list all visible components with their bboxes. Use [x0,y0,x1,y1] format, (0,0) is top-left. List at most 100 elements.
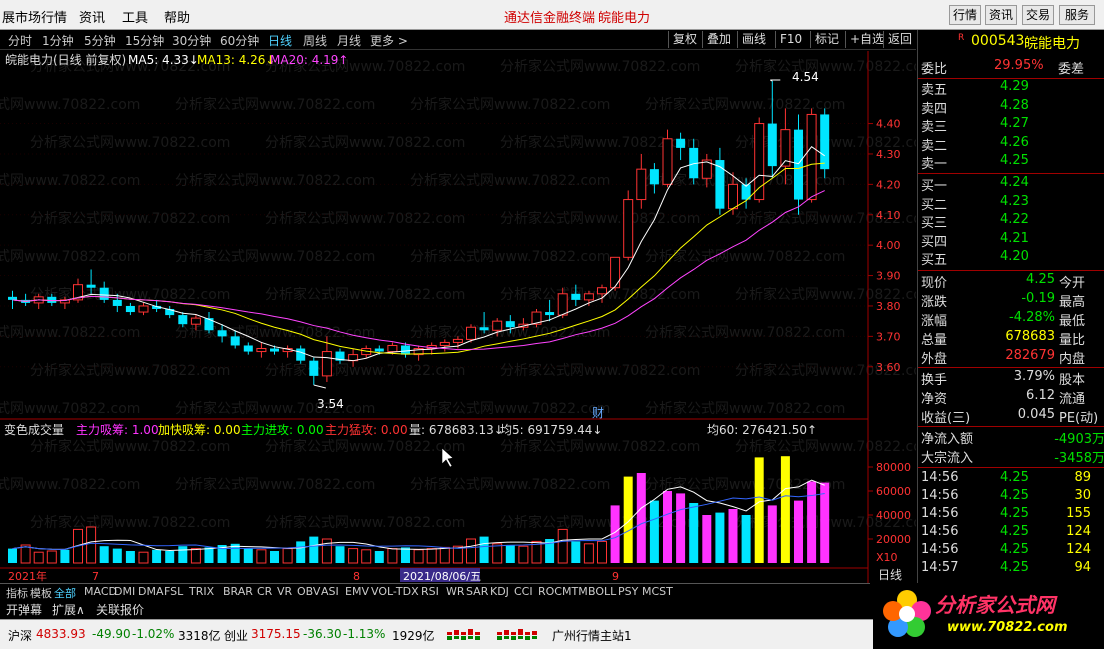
flow-row: 大宗流入 -3458万 [918,447,1104,466]
ask-price[interactable]: 4.26 [1000,135,1029,150]
mark-button[interactable]: 标记 [810,31,843,48]
indicator-tab[interactable]: MTM [562,585,588,598]
indicator-tab[interactable]: SAR [466,585,488,598]
kline-chart[interactable]: 分析家公式网www.70822.com 分析家公式网www.70822.com 分析… [0,51,916,583]
danmu-button[interactable]: 开弹幕 [6,601,42,618]
bid-price[interactable]: 4.22 [1000,212,1029,227]
indicator-tab[interactable]: MCST [642,585,673,598]
back-button[interactable]: 返回 [883,31,916,48]
indicator-tab[interactable]: FSL [164,585,183,598]
volume-bar [663,491,672,563]
watermark-text: 分析家公式网www.70822.com [645,324,845,341]
bid-label: 买一 [921,179,948,194]
volume-bar [715,512,725,563]
watermark-text: 分析家公式网www.70822.com [175,400,375,417]
ask-price[interactable]: 4.29 [1000,79,1029,94]
watermark-text: 分析家公式网www.70822.com [175,96,375,113]
flower-icon [883,590,931,637]
volume-bar [636,473,646,563]
indicator-tab[interactable]: ROC [538,585,562,598]
indicator-tab[interactable]: 指标 [6,585,28,601]
volume-bar [676,493,686,563]
tick-volume: 155 [1066,506,1091,521]
menu-tools[interactable]: 工具 [122,7,148,26]
indicator-tab[interactable]: DMI [114,585,135,598]
period-60min[interactable]: 60分钟 [220,32,259,49]
bid-row: 买三 4.22 [918,212,1104,231]
indicator-tab[interactable]: WR [446,585,465,598]
quote-panel: R 000543 皖能电力 委比 29.95% 委差 卖五 4.29 卖四 4.28 卖… [917,30,1104,583]
add-watchlist-button[interactable]: +自选 [845,31,888,48]
volume-bar [99,546,109,563]
volume-bar [165,551,175,563]
ask-price[interactable]: 4.27 [1000,116,1029,131]
price-tick-label: 3.90 [876,270,901,283]
menu-news[interactable]: 资讯 [79,7,105,26]
indicator-tab[interactable]: CR [257,585,272,598]
indicator-tab[interactable]: CCI [514,585,533,598]
period-more[interactable]: 更多 > [370,32,408,49]
related-quote-button[interactable]: 关联报价 [96,601,144,618]
menu-help[interactable]: 帮助 [164,7,190,26]
menu-market[interactable]: 展市场行情 [2,7,67,26]
service-button[interactable]: 服务 [1059,5,1095,25]
volume-bar [583,543,594,564]
expand-button[interactable]: 扩展∧ [52,601,85,618]
volume-bar [820,482,830,563]
indicator-tab[interactable]: ASI [321,585,339,598]
overlay-button[interactable]: 叠加 [702,31,735,48]
stat2-row: 净资 6.12 流通 [918,388,1104,407]
watermark-text: 分析家公式网www.70822.com [410,476,610,493]
bid-price[interactable]: 4.20 [1000,249,1029,264]
volume-bar [374,551,384,563]
ask-price[interactable]: 4.28 [1000,98,1029,113]
indicator-tab[interactable]: KDJ [490,585,509,598]
ask-price[interactable]: 4.25 [1000,153,1029,168]
finance-event-marker[interactable]: 财 [592,406,604,420]
period-5min[interactable]: 5分钟 [84,32,116,49]
bid-price[interactable]: 4.24 [1000,175,1029,190]
volume-bar [807,481,817,563]
quote-button[interactable]: 行情 [949,5,981,25]
period-monthly[interactable]: 月线 [337,32,361,49]
news-button[interactable]: 资讯 [985,5,1017,25]
indicator-tab[interactable]: BRAR [223,585,253,598]
indicator-tab[interactable]: DMA [138,585,164,598]
tick-time: 14:56 [921,488,959,503]
indicator-tab[interactable]: VOL-TDX [371,585,419,598]
sub-legend-avg5: 均5: 691759.44↓ [500,423,602,437]
indicator-tab[interactable]: EMV [345,585,369,598]
tick-time: 14:56 [921,542,959,557]
indicator-tab[interactable]: PSY [618,585,638,598]
date-axis-aug: 8 [353,570,360,583]
tick-volume: 124 [1066,524,1091,539]
indicator-tab[interactable]: 模板 [30,585,52,601]
period-30min[interactable]: 30分钟 [172,32,211,49]
trade-button[interactable]: 交易 [1022,5,1054,25]
indicator-tab[interactable]: VR [277,585,292,598]
indicator-tab[interactable]: 全部 [54,585,76,601]
indicator-tab[interactable]: RSI [421,585,439,598]
bid-price[interactable]: 4.23 [1000,194,1029,209]
period-15min[interactable]: 15分钟 [125,32,164,49]
indicator-tab[interactable]: BOLL [588,585,616,598]
bid-price[interactable]: 4.21 [1000,231,1029,246]
draw-button[interactable]: 画线 [737,31,770,48]
period-weekly[interactable]: 周线 [303,32,327,49]
period-1min[interactable]: 1分钟 [42,32,74,49]
period-tick[interactable]: 分时 [8,32,32,49]
indicator-tab[interactable]: MACD [84,585,117,598]
volume-bar [623,476,633,563]
volume-bar [439,546,450,564]
indicator-tab-bar: 指标 模板 全部 MACD DMI DMA FSL TRIX BRAR CR VR OBV ASI EMV… [0,583,870,600]
stat-row: 外盘 282679 内盘 [918,348,1104,367]
sub-legend-z3: 主力进攻: 0.00 [241,423,324,437]
period-daily[interactable]: 日线 [268,32,292,49]
indicator-tab[interactable]: OBV [297,585,320,598]
f10-button[interactable]: F10 [775,31,806,48]
indicator-tab[interactable]: TRIX [189,585,214,598]
price-tick-label: 4.00 [876,239,901,252]
server-status[interactable]: 广州行情主站1 [552,627,632,644]
watermark-text: 分析家公式网www.70822.com [0,172,140,189]
adjust-button[interactable]: 复权 [668,31,701,48]
